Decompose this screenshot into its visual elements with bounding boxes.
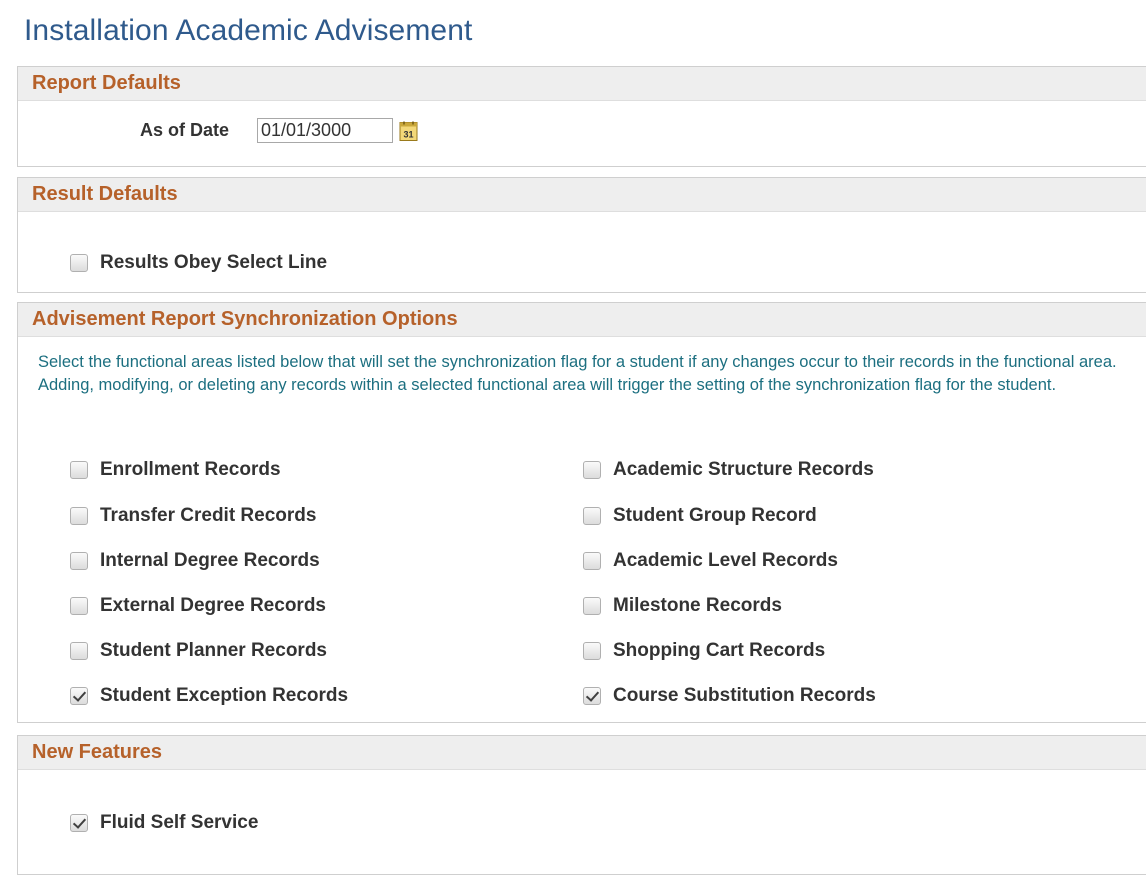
external-degree-records-label: External Degree Records [100, 595, 326, 616]
fluid-self-service-option[interactable]: Fluid Self Service [70, 811, 258, 835]
sync-options-description: Select the functional areas listed below… [38, 353, 1117, 394]
sync-option-shopping-cart-records[interactable]: Shopping Cart Records [583, 639, 825, 663]
sync-option-student-planner-records[interactable]: Student Planner Records [70, 639, 327, 663]
internal-degree-records-label: Internal Degree Records [100, 550, 320, 571]
sync-option-external-degree-records[interactable]: External Degree Records [70, 594, 326, 618]
results-obey-select-line-option[interactable]: Results Obey Select Line [70, 251, 327, 275]
sync-option-enrollment-records[interactable]: Enrollment Records [70, 458, 281, 482]
enrollment-records-checkbox[interactable] [70, 461, 88, 479]
student-planner-records-checkbox[interactable] [70, 642, 88, 660]
as-of-date-label: As of Date [140, 120, 230, 140]
sync-option-transfer-credit-records[interactable]: Transfer Credit Records [70, 504, 316, 528]
academic-structure-records-checkbox[interactable] [583, 461, 601, 479]
result-defaults-section: Result Defaults Results Obey Select Line [17, 177, 1146, 293]
new-features-section: New Features Fluid Self Service [17, 735, 1146, 875]
page-title: Installation Academic Advisement [24, 14, 473, 47]
sync-option-academic-structure-records[interactable]: Academic Structure Records [583, 458, 874, 482]
student-group-record-label: Student Group Record [613, 505, 817, 526]
external-degree-records-checkbox[interactable] [70, 597, 88, 615]
shopping-cart-records-label: Shopping Cart Records [613, 640, 826, 661]
shopping-cart-records-checkbox[interactable] [583, 642, 601, 660]
milestone-records-label: Milestone Records [613, 595, 782, 616]
new-features-header: New Features [18, 736, 1146, 770]
sync-options-header: Advisement Report Synchronization Option… [18, 303, 1146, 337]
sync-option-student-group-record[interactable]: Student Group Record [583, 504, 817, 528]
report-defaults-header: Report Defaults [18, 67, 1146, 101]
calendar-icon[interactable]: 31 [399, 121, 419, 142]
course-substitution-records-checkbox[interactable] [583, 687, 601, 705]
sync-option-internal-degree-records[interactable]: Internal Degree Records [70, 549, 320, 573]
sync-option-student-exception-records[interactable]: Student Exception Records [70, 684, 348, 708]
academic-level-records-checkbox[interactable] [583, 552, 601, 570]
results-obey-select-line-label: Results Obey Select Line [100, 252, 328, 273]
svg-text:31: 31 [403, 130, 413, 140]
internal-degree-records-checkbox[interactable] [70, 552, 88, 570]
sync-option-milestone-records[interactable]: Milestone Records [583, 594, 782, 618]
transfer-credit-records-label: Transfer Credit Records [100, 505, 317, 526]
enrollment-records-label: Enrollment Records [100, 459, 281, 480]
fluid-self-service-label: Fluid Self Service [100, 812, 259, 833]
sync-option-academic-level-records[interactable]: Academic Level Records [583, 549, 838, 573]
student-exception-records-checkbox[interactable] [70, 687, 88, 705]
milestone-records-checkbox[interactable] [583, 597, 601, 615]
results-obey-select-line-checkbox[interactable] [70, 254, 88, 272]
student-group-record-checkbox[interactable] [583, 507, 601, 525]
student-exception-records-label: Student Exception Records [100, 685, 349, 706]
transfer-credit-records-checkbox[interactable] [70, 507, 88, 525]
student-planner-records-label: Student Planner Records [100, 640, 327, 661]
sync-option-course-substitution-records[interactable]: Course Substitution Records [583, 684, 876, 708]
fluid-self-service-checkbox[interactable] [70, 814, 88, 832]
course-substitution-records-label: Course Substitution Records [613, 685, 876, 706]
as-of-date-input[interactable] [257, 118, 393, 143]
sync-options-section: Advisement Report Synchronization Option… [17, 302, 1146, 723]
result-defaults-header: Result Defaults [18, 178, 1146, 212]
report-defaults-section: Report Defaults As of Date 31 [17, 66, 1146, 167]
academic-level-records-label: Academic Level Records [613, 550, 838, 571]
academic-structure-records-label: Academic Structure Records [613, 459, 874, 480]
